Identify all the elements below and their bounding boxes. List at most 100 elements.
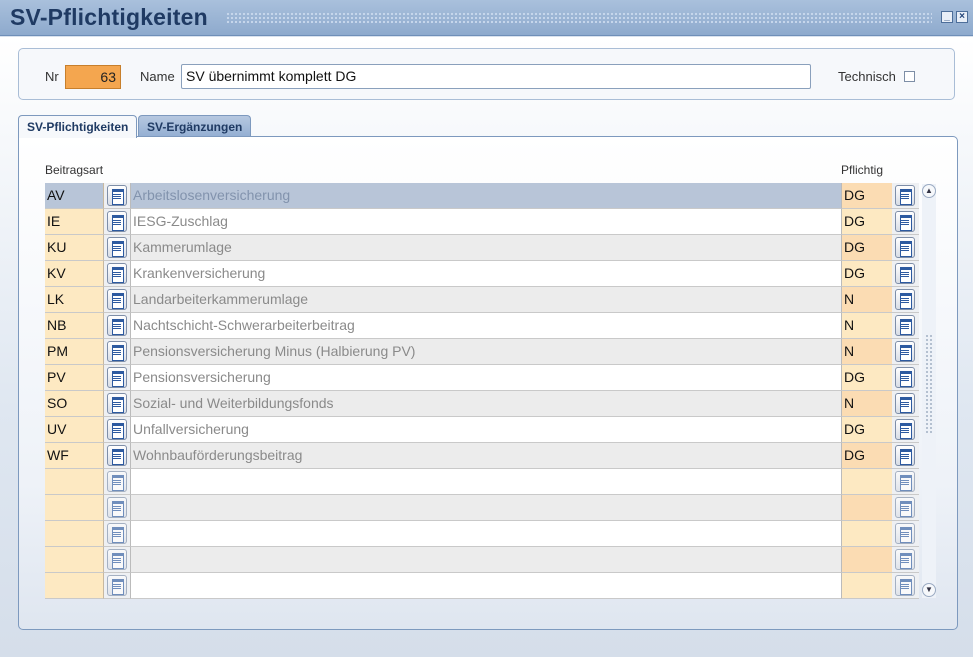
- list-of-values-icon[interactable]: [107, 549, 127, 570]
- pflichtig-cell[interactable]: [841, 573, 892, 599]
- table-row[interactable]: PV Pensionsversicherung DG: [45, 365, 919, 391]
- table-row[interactable]: [45, 573, 919, 599]
- beitragsart-code-cell[interactable]: KV: [45, 261, 104, 287]
- table-row[interactable]: WF Wohnbauförderungsbeitrag DG: [45, 443, 919, 469]
- table-row[interactable]: [45, 521, 919, 547]
- pflichtig-cell[interactable]: DG: [841, 261, 892, 287]
- name-label: Name: [140, 69, 175, 84]
- beitragsart-code-cell[interactable]: SO: [45, 391, 104, 417]
- table-row[interactable]: NB Nachtschicht-Schwerarbeiterbeitrag N: [45, 313, 919, 339]
- beitragsart-code-cell[interactable]: UV: [45, 417, 104, 443]
- pflichtig-cell[interactable]: DG: [841, 365, 892, 391]
- list-of-values-icon[interactable]: [107, 419, 127, 440]
- beitragsart-code-cell[interactable]: PM: [45, 339, 104, 365]
- nr-field[interactable]: 63: [65, 65, 121, 89]
- beitragsart-code-cell[interactable]: [45, 495, 104, 521]
- list-of-values-icon[interactable]: [107, 289, 127, 310]
- list-of-values-icon[interactable]: [895, 445, 915, 466]
- pflichtig-cell[interactable]: N: [841, 313, 892, 339]
- name-field[interactable]: SV übernimmt komplett DG: [181, 64, 811, 89]
- pflichtig-cell[interactable]: [841, 547, 892, 573]
- list-of-values-icon[interactable]: [107, 237, 127, 258]
- pflichtig-cell[interactable]: DG: [841, 417, 892, 443]
- pflichtig-cell[interactable]: [841, 521, 892, 547]
- list-of-values-icon[interactable]: [895, 523, 915, 544]
- list-of-values-icon[interactable]: [107, 497, 127, 518]
- lov-cell: [104, 547, 130, 573]
- list-of-values-icon[interactable]: [107, 263, 127, 284]
- close-button[interactable]: ×: [956, 11, 968, 23]
- list-of-values-icon[interactable]: [107, 393, 127, 414]
- beitragsart-code-cell[interactable]: LK: [45, 287, 104, 313]
- lov-cell: [104, 261, 130, 287]
- list-of-values-icon[interactable]: [895, 549, 915, 570]
- tab-sv-ergaenzungen[interactable]: SV-Ergänzungen: [138, 115, 252, 137]
- lov-cell: [104, 495, 130, 521]
- pflichtig-cell[interactable]: DG: [841, 183, 892, 209]
- pflichtig-cell[interactable]: N: [841, 391, 892, 417]
- table-row[interactable]: KV Krankenversicherung DG: [45, 261, 919, 287]
- beitragsart-code-cell[interactable]: [45, 573, 104, 599]
- list-of-values-icon[interactable]: [107, 341, 127, 362]
- scroll-up-icon[interactable]: ▲: [922, 184, 936, 198]
- list-of-values-icon[interactable]: [107, 185, 127, 206]
- list-of-values-icon[interactable]: [895, 393, 915, 414]
- list-of-values-icon[interactable]: [895, 315, 915, 336]
- beitragsart-code-cell[interactable]: AV: [45, 183, 104, 209]
- vertical-scrollbar[interactable]: ▲ ▼: [922, 184, 936, 598]
- table-row[interactable]: [45, 547, 919, 573]
- list-of-values-icon[interactable]: [895, 211, 915, 232]
- list-of-values-icon[interactable]: [107, 575, 127, 596]
- list-of-values-icon[interactable]: [895, 575, 915, 596]
- beitragsart-code-cell[interactable]: KU: [45, 235, 104, 261]
- list-of-values-icon[interactable]: [895, 471, 915, 492]
- beitragsart-code-cell[interactable]: [45, 521, 104, 547]
- list-of-values-icon[interactable]: [895, 367, 915, 388]
- list-of-values-icon[interactable]: [107, 367, 127, 388]
- list-of-values-icon[interactable]: [107, 211, 127, 232]
- table-row[interactable]: UV Unfallversicherung DG: [45, 417, 919, 443]
- pflichtig-cell[interactable]: N: [841, 339, 892, 365]
- tab-sv-pflichtigkeiten[interactable]: SV-Pflichtigkeiten: [18, 115, 138, 138]
- list-of-values-icon[interactable]: [107, 445, 127, 466]
- lov-cell: [104, 521, 130, 547]
- nr-label: Nr: [45, 69, 59, 84]
- table-row[interactable]: LK Landarbeiterkammerumlage N: [45, 287, 919, 313]
- table-row[interactable]: SO Sozial- und Weiterbildungsfonds N: [45, 391, 919, 417]
- table-row[interactable]: [45, 495, 919, 521]
- list-of-values-icon[interactable]: [895, 341, 915, 362]
- list-of-values-icon[interactable]: [107, 471, 127, 492]
- beitragsart-code-cell[interactable]: IE: [45, 209, 104, 235]
- scroll-down-icon[interactable]: ▼: [922, 583, 936, 597]
- pflichtig-cell[interactable]: DG: [841, 209, 892, 235]
- list-of-values-icon[interactable]: [895, 419, 915, 440]
- technisch-checkbox[interactable]: [904, 71, 915, 82]
- beitragsart-name-cell: Unfallversicherung: [130, 417, 841, 443]
- table-row[interactable]: [45, 469, 919, 495]
- lov-cell: [892, 313, 919, 339]
- beitragsart-code-cell[interactable]: WF: [45, 443, 104, 469]
- table-row[interactable]: PM Pensionsversicherung Minus (Halbierung…: [45, 339, 919, 365]
- pflichtig-cell[interactable]: [841, 469, 892, 495]
- list-of-values-icon[interactable]: [107, 315, 127, 336]
- scroll-grip[interactable]: [925, 334, 933, 434]
- pflichtig-cell[interactable]: [841, 495, 892, 521]
- list-of-values-icon[interactable]: [895, 263, 915, 284]
- list-of-values-icon[interactable]: [895, 289, 915, 310]
- list-of-values-icon[interactable]: [895, 185, 915, 206]
- minimize-button[interactable]: _: [941, 11, 953, 23]
- pflichtig-cell[interactable]: DG: [841, 443, 892, 469]
- pflichtig-cell[interactable]: N: [841, 287, 892, 313]
- pflichtig-cell[interactable]: DG: [841, 235, 892, 261]
- beitragsart-code-cell[interactable]: NB: [45, 313, 104, 339]
- table-row[interactable]: IE IESG-Zuschlag DG: [45, 209, 919, 235]
- table-row[interactable]: AV Arbeitslosenversicherung DG: [45, 183, 919, 209]
- beitragsart-code-cell[interactable]: [45, 547, 104, 573]
- beitragsart-code-cell[interactable]: PV: [45, 365, 104, 391]
- list-of-values-icon[interactable]: [107, 523, 127, 544]
- list-of-values-icon[interactable]: [895, 237, 915, 258]
- table-row[interactable]: KU Kammerumlage DG: [45, 235, 919, 261]
- beitragsart-name-cell: Wohnbauförderungsbeitrag: [130, 443, 841, 469]
- list-of-values-icon[interactable]: [895, 497, 915, 518]
- beitragsart-code-cell[interactable]: [45, 469, 104, 495]
